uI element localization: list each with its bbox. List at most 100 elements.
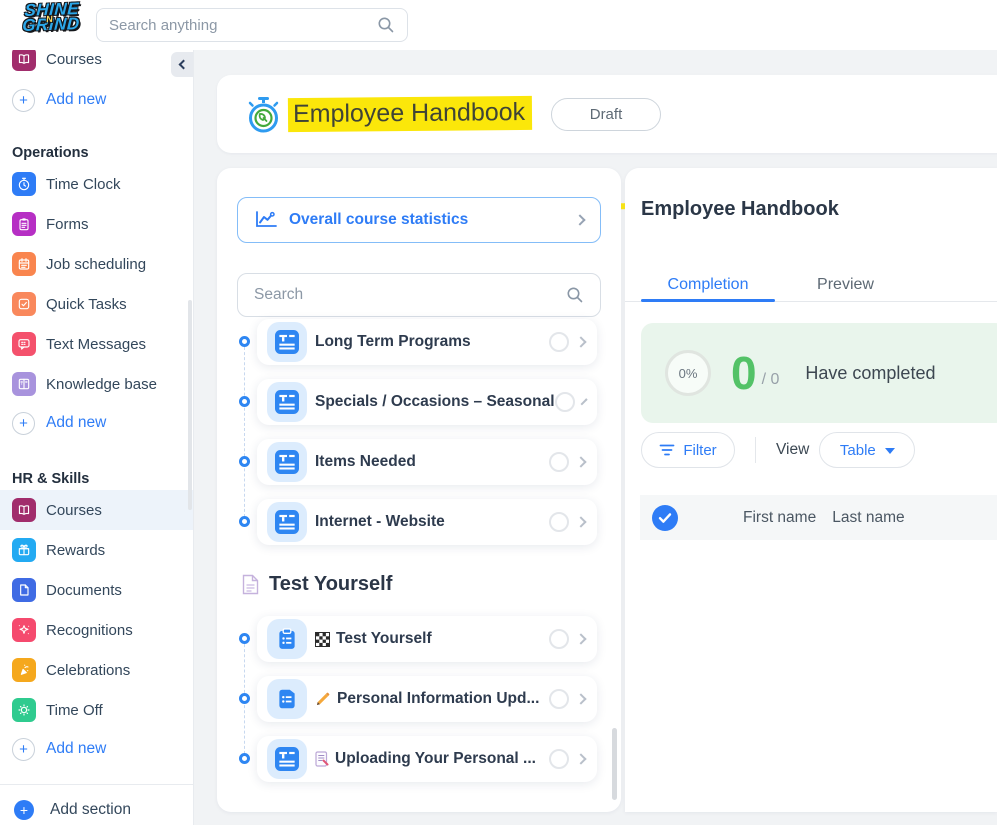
quiz-title: Test Yourself <box>336 630 432 648</box>
progress-circle <box>549 452 569 472</box>
select-all-checkbox[interactable] <box>652 505 678 531</box>
view-mode-dropdown[interactable]: Table <box>819 432 915 468</box>
chevron-right-icon <box>575 633 586 644</box>
quiz-clipboard-icon <box>267 619 307 659</box>
sidebar-item-knowledge-base[interactable]: Knowledge base <box>0 364 193 404</box>
sidebar-item-quick-tasks[interactable]: Quick Tasks <box>0 284 193 324</box>
forms-icon <box>12 212 36 236</box>
overall-course-statistics-button[interactable]: Overall course statistics <box>237 197 601 243</box>
global-search[interactable] <box>96 8 408 42</box>
text-chapter-icon <box>267 502 307 542</box>
timeline-dot <box>239 516 250 527</box>
add-section-button[interactable]: + Add section <box>0 797 193 823</box>
sidebar-collapse-button[interactable] <box>171 52 193 77</box>
add-new-label: Add new <box>46 414 106 432</box>
chapter-card-uploading-personal[interactable]: Uploading Your Personal ... <box>257 736 597 782</box>
main-content: Employee Handbook Draft Overall course s… <box>194 50 997 825</box>
plus-icon: + <box>12 89 35 112</box>
form-page-icon <box>267 679 307 719</box>
view-label: View <box>776 441 809 459</box>
chapter-title: Specials / Occasions – Seasonal <box>315 393 555 411</box>
plus-icon: + <box>12 412 35 435</box>
sidebar-item-time-clock[interactable]: Time Clock <box>0 164 193 204</box>
completed-caption: Have completed <box>805 363 935 384</box>
progress-circle <box>549 689 569 709</box>
course-search-input[interactable] <box>254 286 566 304</box>
form-card-personal-information[interactable]: Personal Information Upd... <box>257 676 597 722</box>
sidebar-divider <box>0 784 193 785</box>
course-chapter-list: Long Term Programs Specials / Occasions … <box>237 319 601 782</box>
sidebar-item-time-off[interactable]: Time Off <box>0 690 193 730</box>
sidebar-item-label: Text Messages <box>46 336 146 353</box>
completion-toolbar: Filter View Table <box>641 432 915 468</box>
sidebar-item-courses[interactable]: Courses <box>0 490 193 530</box>
completion-table-header: First name Last name <box>640 495 997 540</box>
sidebar-item-label: Recognitions <box>46 622 133 639</box>
sidebar-section-hr-skills: HR & Skills <box>0 468 193 490</box>
sidebar-item-forms[interactable]: Forms <box>0 204 193 244</box>
brand-logo[interactable]: SHINE N GRIND <box>7 1 96 50</box>
timeline-dot <box>239 633 250 644</box>
timeline-dot <box>239 693 250 704</box>
sidebar-item-label: Forms <box>46 216 89 233</box>
chapter-card-items-needed[interactable]: Items Needed <box>257 439 597 485</box>
text-chapter-icon <box>267 739 307 779</box>
sidebar-item-job-scheduling[interactable]: Job scheduling <box>0 244 193 284</box>
sun-icon <box>12 698 36 722</box>
add-new-hr-button[interactable]: + Add new <box>0 730 193 768</box>
plus-icon: + <box>14 800 34 820</box>
sidebar-item-courses-peek[interactable]: Courses <box>0 50 193 74</box>
sidebar-item-label: Courses <box>46 51 102 68</box>
brand-logo-mid: N <box>46 14 53 24</box>
column-header-first-name[interactable]: First name <box>743 509 816 527</box>
stopwatch-icon <box>245 96 282 134</box>
chapter-title: Items Needed <box>315 453 416 471</box>
add-new-course-button[interactable]: + Add new <box>0 86 193 114</box>
chevron-left-icon <box>179 60 189 70</box>
panel-scrollbar[interactable] <box>612 728 617 800</box>
percent-circle: 0% <box>665 350 711 396</box>
chapter-card-internet-website[interactable]: Internet - Website <box>257 499 597 545</box>
course-search[interactable] <box>237 273 601 317</box>
sidebar-item-documents[interactable]: Documents <box>0 570 193 610</box>
tab-preview[interactable]: Preview <box>775 268 916 302</box>
filter-button[interactable]: Filter <box>641 432 735 468</box>
toolbar-divider <box>755 437 756 463</box>
sidebar-item-celebrations[interactable]: Celebrations <box>0 650 193 690</box>
status-badge-draft[interactable]: Draft <box>551 98 661 131</box>
course-outline-panel: Overall course statistics <box>217 168 621 812</box>
add-section-label: Add section <box>50 801 131 819</box>
sidebar-scrollbar[interactable] <box>188 300 192 510</box>
add-new-label: Add new <box>46 91 106 109</box>
column-header-last-name[interactable]: Last name <box>832 509 904 527</box>
search-icon <box>377 16 395 34</box>
sidebar-item-label: Quick Tasks <box>46 296 127 313</box>
section-header-test-yourself: Test Yourself <box>237 571 601 597</box>
star-burst-icon <box>12 618 36 642</box>
party-popper-icon <box>12 658 36 682</box>
add-new-operations-button[interactable]: + Add new <box>0 404 193 442</box>
progress-circle <box>555 392 575 412</box>
sidebar-item-rewards[interactable]: Rewards <box>0 530 193 570</box>
global-search-input[interactable] <box>109 17 377 34</box>
text-chapter-icon <box>267 322 307 362</box>
completed-total: / 0 <box>762 371 780 389</box>
job-scheduling-icon <box>12 252 36 276</box>
text-chapter-icon <box>267 442 307 482</box>
active-tab-underline <box>641 299 775 302</box>
chapter-card-long-term-programs[interactable]: Long Term Programs <box>257 319 597 365</box>
tab-completion[interactable]: Completion <box>641 268 775 302</box>
sidebar-item-recognitions[interactable]: Recognitions <box>0 610 193 650</box>
chapter-card-specials-occasions[interactable]: Specials / Occasions – Seasonal <box>257 379 597 425</box>
search-icon <box>566 286 584 304</box>
add-new-label: Add new <box>46 740 106 758</box>
timeline-dot <box>239 336 250 347</box>
sidebar-item-label: Knowledge base <box>46 376 157 393</box>
caret-down-icon <box>885 448 895 454</box>
time-clock-icon <box>12 172 36 196</box>
sidebar-item-text-messages[interactable]: Text Messages <box>0 324 193 364</box>
page-title-text: Employee Handbook <box>288 96 532 132</box>
sidebar-section-operations: Operations <box>0 142 193 164</box>
form-title: Personal Information Upd... <box>337 690 539 708</box>
quiz-card-test-yourself[interactable]: Test Yourself <box>257 616 597 662</box>
